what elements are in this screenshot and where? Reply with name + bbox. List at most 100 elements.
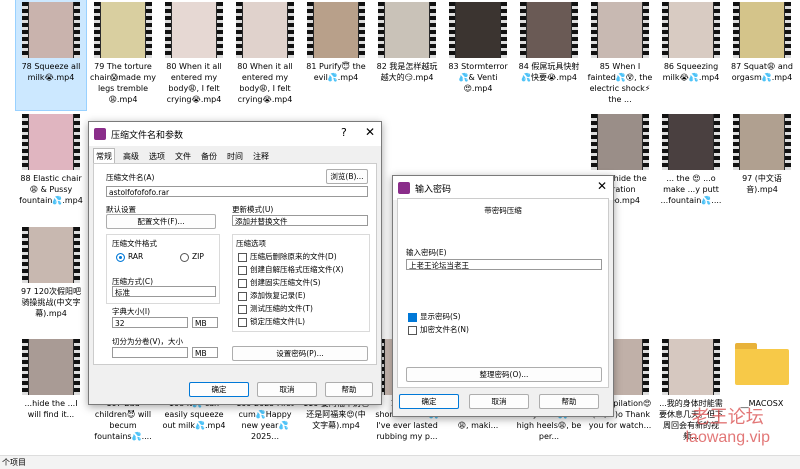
video-file-item[interactable]: 81 Purify😇 the evil💦.mp4 xyxy=(301,0,371,110)
password-help-button[interactable]: 帮助 xyxy=(539,394,599,409)
archive-ok-button[interactable]: 确定 xyxy=(189,382,249,397)
profiles-button[interactable]: 配置文件(F)... xyxy=(106,214,216,229)
dict-label: 字典大小(I) xyxy=(112,307,151,316)
file-name: 82 我是怎样越玩越大的😏.mp4 xyxy=(376,62,438,82)
file-name: 110 要阿福牛奶也还是阿福来😍(中文字幕).mp4 xyxy=(303,399,369,430)
option-recovery[interactable]: 添加恢复记录(E) xyxy=(238,290,306,301)
archive-dialog-titlebar[interactable]: 压缩文件名和参数 ? ✕ xyxy=(89,122,381,146)
video-thumbnail xyxy=(22,227,80,283)
show-password-checkbox[interactable]: 显示密码(S) xyxy=(408,311,461,322)
password-dialog-title: 输入密码 xyxy=(415,185,452,195)
video-file-item[interactable]: 97 (中文语音).mp4 xyxy=(727,112,797,222)
video-file-item[interactable]: 87 Squat😩 and orgasm💦.mp4 xyxy=(727,0,797,110)
password-field[interactable]: 上老王论坛当老王 xyxy=(406,259,602,270)
video-thumbnail xyxy=(520,2,578,58)
video-thumbnail xyxy=(22,114,80,170)
file-name: 87 Squat😩 and orgasm💦.mp4 xyxy=(731,62,793,82)
archive-name-label: 压缩文件名(A) xyxy=(106,173,155,182)
file-name: 86 Squeezing milk😭💦.mp4 xyxy=(662,62,720,82)
video-file-item[interactable]: 80 When it all entered my body😩, I felt … xyxy=(230,0,300,110)
encrypt-names-checkbox[interactable]: 加密文件名(N) xyxy=(408,324,469,335)
general-panel: 压缩文件名(A) 浏览(B)... astolfofofofo.rar 默认设置… xyxy=(93,163,377,365)
encrypt-names-box xyxy=(408,325,417,335)
archive-help-button[interactable]: 帮助 xyxy=(325,382,373,397)
format-rar-label: RAR xyxy=(128,252,144,261)
tab-backup[interactable]: 备份 xyxy=(199,149,219,164)
option-sfx-label: 创建自解压格式压缩文件(X) xyxy=(250,265,344,274)
file-name: 81 Purify😇 the evil💦.mp4 xyxy=(306,62,366,82)
file-name: 88 Elastic chair😩 & Pussy fountain💦.mp4 xyxy=(19,174,83,205)
password-panel: 带密码压缩 输入密码(E) 上老王论坛当老王 显示密码(S) 加密文件名(N) … xyxy=(397,198,609,388)
password-ok-button[interactable]: 确定 xyxy=(399,394,459,409)
update-mode-select[interactable]: 添加并替换文件 xyxy=(232,215,368,226)
password-dialog-titlebar[interactable]: 输入密码 ✕ xyxy=(393,176,613,200)
file-name: 80 When it all entered my body😩, I felt … xyxy=(237,62,293,104)
video-thumbnail xyxy=(449,2,507,58)
video-thumbnail xyxy=(591,2,649,58)
password-subtitle: 带密码压缩 xyxy=(484,206,522,215)
dict-select[interactable]: 32 xyxy=(112,317,188,328)
split-select[interactable] xyxy=(112,347,188,358)
video-file-item[interactable]: 84 假屌玩具快射💦快要😭.mp4 xyxy=(514,0,584,110)
method-select[interactable]: 标准 xyxy=(112,286,216,297)
archive-cancel-button[interactable]: 取消 xyxy=(257,382,317,397)
watermark: 老王论坛 laowang.vip xyxy=(686,408,771,448)
file-name: 84 假屌玩具快射💦快要😭.mp4 xyxy=(518,62,580,82)
tab-files[interactable]: 文件 xyxy=(173,149,193,164)
video-file-item[interactable]: 86 Squeezing milk😭💦.mp4 xyxy=(656,0,726,110)
format-label: 压缩文件格式 xyxy=(112,239,157,248)
archive-name-field[interactable]: astolfofofofo.rar xyxy=(106,186,368,197)
option-sfx[interactable]: 创建自解压格式压缩文件(X) xyxy=(238,264,344,275)
split-unit-select[interactable]: MB xyxy=(192,347,218,358)
video-thumbnail xyxy=(236,2,294,58)
archive-tabs: 常规 高级 选项 文件 备份 时间 注释 xyxy=(93,148,277,164)
video-file-item[interactable]: 82 我是怎样越玩越大的😏.mp4 xyxy=(372,0,442,110)
video-thumbnail xyxy=(22,2,80,58)
password-dialog: 输入密码 ✕ 带密码压缩 输入密码(E) 上老王论坛当老王 显示密码(S) 加密… xyxy=(392,175,614,417)
option-lock[interactable]: 锁定压缩文件(L) xyxy=(238,316,305,327)
video-file-item[interactable]: 97 120次假阳吧骑操挑战(中文字幕).mp4 xyxy=(16,225,86,335)
option-test[interactable]: 测试压缩的文件(T) xyxy=(238,303,313,314)
tab-comment[interactable]: 注释 xyxy=(251,149,271,164)
video-file-item[interactable]: ...hide the ...I will find it... xyxy=(16,337,86,447)
video-file-item[interactable]: 78 Squeeze all milk😭.mp4 xyxy=(15,0,87,111)
option-lock-label: 锁定压缩文件(L) xyxy=(250,317,306,326)
set-password-button[interactable]: 设置密码(P)... xyxy=(232,346,368,361)
help-icon[interactable]: ? xyxy=(341,126,347,139)
video-thumbnail xyxy=(662,339,720,395)
video-thumbnail xyxy=(165,2,223,58)
file-name: 83 Stormterror💦& Venti😍.mp4 xyxy=(448,62,508,93)
tab-time[interactable]: 时间 xyxy=(225,149,245,164)
video-file-item[interactable]: 83 Stormterror💦& Venti😍.mp4 xyxy=(443,0,513,110)
option-recovery-label: 添加恢复记录(E) xyxy=(250,291,306,300)
tab-options[interactable]: 选项 xyxy=(147,149,167,164)
file-name: 78 Squeeze all milk😭.mp4 xyxy=(21,62,81,82)
split-label: 切分为分卷(V)，大小 xyxy=(112,337,183,346)
tab-advanced[interactable]: 高级 xyxy=(121,149,141,164)
option-solid[interactable]: 创建固实压缩文件(S) xyxy=(238,277,321,288)
video-thumbnail xyxy=(94,2,152,58)
video-file-item[interactable]: 80 When it all entered my body😩, I felt … xyxy=(159,0,229,110)
file-name: 85 When I fainted💦😵, the electric shock⚡… xyxy=(587,62,653,104)
archive-dialog: 压缩文件名和参数 ? ✕ 常规 高级 选项 文件 备份 时间 注释 压缩文件名(A) 浏览(… xyxy=(88,121,382,405)
watermark-line1: 老王论坛 xyxy=(691,407,764,428)
video-file-item[interactable]: 88 Elastic chair😩 & Pussy fountain💦.mp4 xyxy=(16,112,86,222)
archive-dialog-title: 压缩文件名和参数 xyxy=(111,131,184,141)
file-name: 80 When it all entered my body😩, I felt … xyxy=(166,62,222,104)
close-icon[interactable]: ✕ xyxy=(597,179,607,193)
options-label: 压缩选项 xyxy=(236,239,266,248)
option-delete-after[interactable]: 压缩后删除原来的文件(D) xyxy=(238,251,337,262)
close-icon[interactable]: ✕ xyxy=(365,125,375,139)
format-rar-radio[interactable]: RAR xyxy=(116,252,143,262)
show-password-box xyxy=(408,312,417,322)
winrar-icon xyxy=(94,128,106,140)
video-file-item[interactable]: 85 When I fainted💦😵, the electric shock⚡… xyxy=(585,0,655,110)
dict-unit-select[interactable]: MB xyxy=(192,317,218,328)
tab-general[interactable]: 常规 xyxy=(93,148,115,164)
password-cancel-button[interactable]: 取消 xyxy=(469,394,529,409)
browse-button[interactable]: 浏览(B)... xyxy=(326,169,368,184)
manage-passwords-button[interactable]: 整理密码(O)... xyxy=(406,367,602,382)
video-file-item[interactable]: ... the 😍 ...o make ...y putt ...fountai… xyxy=(656,112,726,222)
format-zip-radio[interactable]: ZIP xyxy=(180,252,204,262)
video-file-item[interactable]: 79 The torture chair😱made my legs trembl… xyxy=(88,0,158,110)
